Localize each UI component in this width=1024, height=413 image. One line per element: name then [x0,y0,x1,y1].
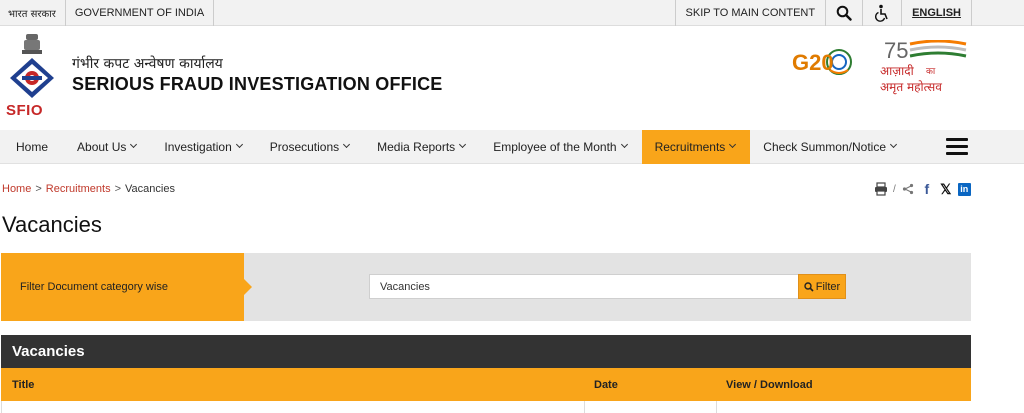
azadi-text-2: का [926,67,936,77]
hindi-gov-label[interactable]: भारत सरकार [0,0,66,26]
column-header-date: Date [594,378,618,391]
breadcrumb-recruitments-link[interactable]: Recruitments [46,183,111,195]
skip-to-main-link[interactable]: SKIP TO MAIN CONTENT [674,0,826,26]
share-divider: / [893,183,896,195]
filter-button-label: Filter [815,280,841,293]
hamburger-icon [946,138,968,141]
sfio-logo[interactable]: SFIO [4,32,60,122]
nav-item-about-us[interactable]: About Us [64,130,151,164]
nav-item-prosecutions[interactable]: Prosecutions [257,130,364,164]
accessibility-icon [875,4,888,22]
nav-item-label: Home [16,139,49,154]
nav-item-label: About Us [77,139,127,154]
chevron-down-icon [343,141,351,149]
search-icon [804,281,814,292]
azadi-ka-amrit-mahotsav-logo[interactable]: 75 आज़ादी का अमृत महोत्सव [878,38,972,96]
breadcrumb: Home > Recruitments > Vacancies [2,183,175,195]
chevron-down-icon [729,141,737,149]
share-icon[interactable] [901,182,915,196]
nav-item-investigation[interactable]: Investigation [151,130,256,164]
nav-item-label: Check Summon/Notice [763,139,886,154]
nav-item-media-reports[interactable]: Media Reports [364,130,480,164]
facebook-icon[interactable]: f [920,181,934,197]
nav-item-label: Media Reports [377,139,456,154]
column-header-title: Title [12,378,35,391]
nav-item-check-summon-notice[interactable]: Check Summon/Notice [750,130,911,164]
filter-label: Filter Document category wise [1,253,252,321]
breadcrumb-current: Vacancies [125,183,175,195]
hamburger-menu-button[interactable] [946,138,968,156]
azadi-number: 75 [884,38,909,63]
sfio-logo-text: SFIO [6,102,44,119]
column-header-view-download: View / Download [726,378,813,391]
flag-stripes-icon [909,40,967,58]
chevron-down-icon [130,141,138,149]
g20-logo[interactable]: G20 [790,44,856,90]
table-header-row: Title Date View / Download [1,368,971,401]
hamburger-line [946,145,968,148]
x-twitter-icon[interactable]: 𝕏 [939,181,953,197]
main-navigation: Home About Us Investigation Prosecutions… [0,129,1024,164]
language-switch-link[interactable]: ENGLISH [901,0,972,26]
org-name-english: SERIOUS FRAUD INVESTIGATION OFFICE [72,74,443,94]
accessibility-button[interactable] [862,0,901,26]
nav-item-employee-of-the-month[interactable]: Employee of the Month [480,130,641,164]
org-name-hindi: गंभीर कपट अन्वेषण कार्यालय [72,56,223,72]
linkedin-icon[interactable]: in [957,182,971,196]
category-filter-input[interactable] [369,274,799,299]
top-utility-bar: भारत सरकार GOVERNMENT OF INDIA SKIP TO M… [0,0,1024,26]
search-icon [836,5,852,21]
nav-item-label: Recruitments [654,139,726,154]
nav-item-label: Employee of the Month [493,139,617,154]
azadi-text-1: आज़ादी [880,64,914,78]
table-heading: Vacancies [1,335,971,368]
print-icon[interactable] [874,182,888,196]
page-title: Vacancies [2,212,102,237]
share-tools: / f 𝕏 in [874,181,971,197]
filter-panel: Filter Document category wise Filter [1,253,971,321]
filter-button[interactable]: Filter [798,274,846,299]
vacancies-table: Vacancies Title Date View / Download [1,335,971,413]
chevron-down-icon [621,141,629,149]
nav-item-home[interactable]: Home [0,130,64,164]
nav-item-label: Prosecutions [269,139,340,154]
nav-item-recruitments[interactable]: Recruitments [641,129,751,164]
gov-india-label[interactable]: GOVERNMENT OF INDIA [66,0,215,26]
chevron-down-icon [236,141,244,149]
breadcrumb-separator: > [35,183,42,195]
table-row [1,401,971,413]
chevron-down-icon [890,141,898,149]
g20-text: G20 [792,50,834,75]
breadcrumb-home-link[interactable]: Home [2,183,31,195]
search-button[interactable] [825,0,862,26]
chevron-down-icon [459,141,467,149]
column-divider [584,401,585,413]
site-header: SFIO गंभीर कपट अन्वेषण कार्यालय SERIOUS … [0,26,1024,130]
breadcrumb-separator: > [114,183,122,195]
column-divider [716,401,717,413]
hamburger-line [946,152,968,155]
azadi-text-3: अमृत महोत्सव [880,80,942,94]
nav-item-label: Investigation [164,139,232,154]
